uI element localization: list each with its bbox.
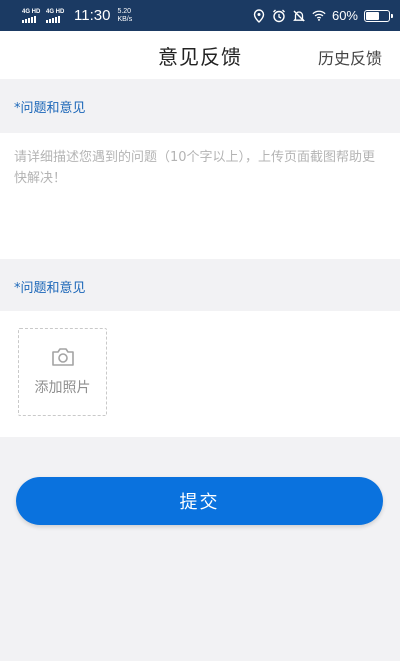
status-time: 11:30 <box>74 7 111 24</box>
feedback-page: 4G HD 4G HD 11:30 5.20 KB/s 60% 意见反馈 历史反… <box>0 0 400 661</box>
camera-icon <box>51 347 75 371</box>
feedback-textarea[interactable]: 请详细描述您遇到的问题（10个字以上），上传页面截图帮助更快解决！ <box>0 133 400 259</box>
feedback-placeholder: 请详细描述您遇到的问题（10个字以上），上传页面截图帮助更快解决！ <box>14 150 376 186</box>
add-photo-label: 添加照片 <box>34 380 91 396</box>
status-bar: 4G HD 4G HD 11:30 5.20 KB/s 60% <box>0 0 400 31</box>
add-photo-button[interactable]: 添加照片 <box>18 328 107 416</box>
photo-section-label: *问题和意见 <box>14 281 86 296</box>
battery-level <box>366 11 380 20</box>
network-type-label-1: 4G HD <box>22 8 41 15</box>
battery-percent: 60% <box>331 8 358 23</box>
status-bar-left: 4G HD 4G HD 11:30 5.20 KB/s <box>22 7 132 24</box>
mute-icon <box>292 9 306 23</box>
signal-1: 4G HD <box>22 9 42 23</box>
network-speed: 5.20 KB/s <box>117 8 132 24</box>
network-speed-value: 5.20 <box>117 7 132 15</box>
network-type-label-2: 4G HD <box>46 8 65 15</box>
history-feedback-link[interactable]: 历史反馈 <box>318 45 382 69</box>
header: 意见反馈 历史反馈 <box>0 31 400 79</box>
page-title: 意见反馈 <box>158 44 242 69</box>
location-icon <box>252 8 266 23</box>
alarm-icon <box>272 9 286 23</box>
network-speed-unit: KB/s <box>117 15 133 23</box>
signal-2: 4G HD <box>46 9 66 23</box>
feedback-section-label: *问题和意见 <box>14 101 86 116</box>
wifi-icon <box>312 9 326 23</box>
battery-icon <box>364 9 393 22</box>
signal-bars-icon <box>46 15 60 23</box>
signal-bars-icon <box>22 15 36 23</box>
status-bar-right: 60% <box>252 8 393 23</box>
submit-button[interactable]: 提交 <box>16 477 383 525</box>
photo-upload-area: 添加照片 <box>0 311 400 437</box>
